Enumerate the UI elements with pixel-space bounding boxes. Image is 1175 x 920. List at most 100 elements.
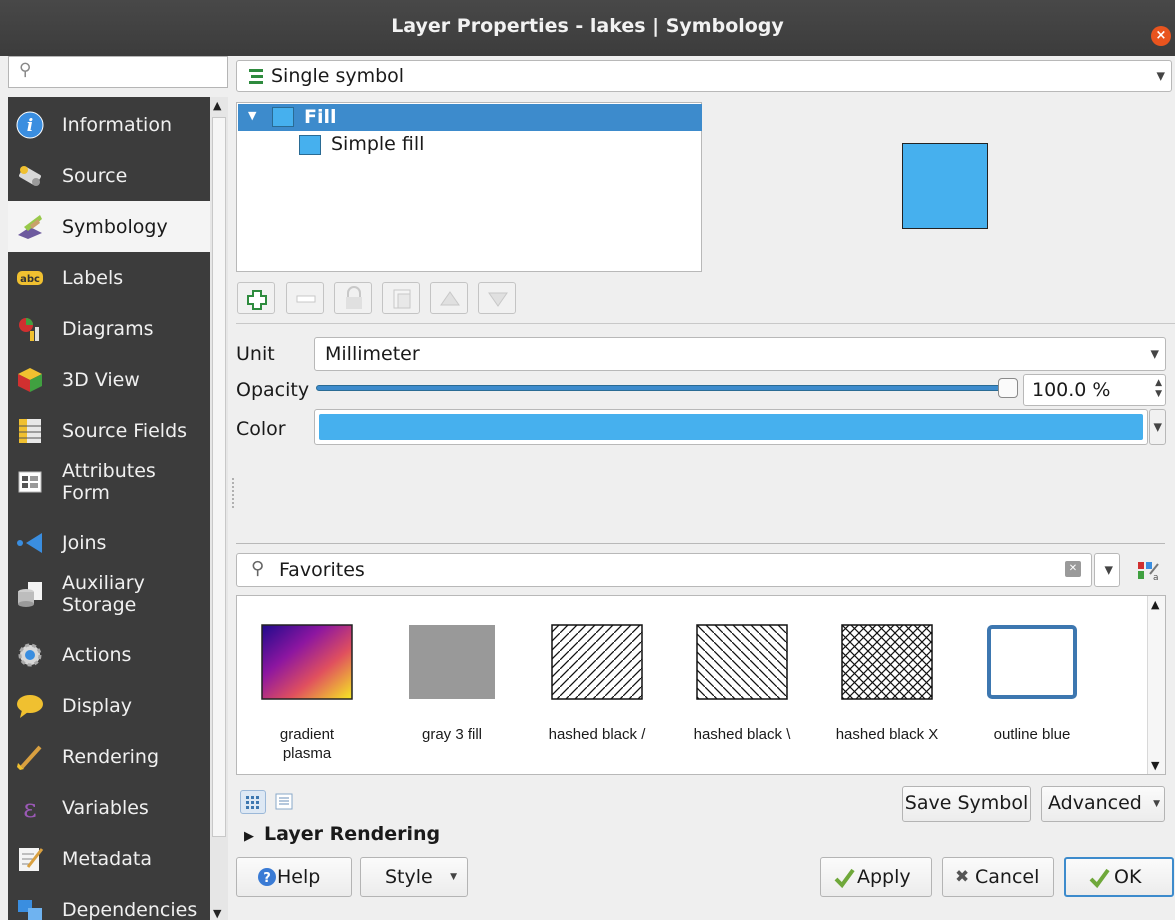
list-view-button[interactable] <box>272 790 298 814</box>
scroll-down-icon[interactable]: ▼ <box>213 907 221 920</box>
sidebar-item-information[interactable]: i Information <box>8 99 210 150</box>
help-icon: ? <box>258 868 276 886</box>
source-fields-icon <box>16 417 44 445</box>
advanced-menu-button[interactable]: Advanced ▼ <box>1041 786 1165 822</box>
sidebar-item-display[interactable]: Display <box>8 680 210 731</box>
metadata-icon <box>16 845 44 873</box>
move-down-button[interactable] <box>478 282 516 314</box>
style-manager-icon[interactable]: a <box>1136 560 1160 583</box>
list-view-icon <box>275 793 293 810</box>
tree-row-simple-fill[interactable]: Simple fill <box>237 132 701 159</box>
symbol-filter-input[interactable]: ⚲ Favorites ✕ <box>236 553 1092 587</box>
scroll-down-icon[interactable]: ▼ <box>1151 759 1159 772</box>
sidebar-item-labels[interactable]: abc Labels <box>8 252 210 303</box>
check-icon <box>1089 868 1110 889</box>
opacity-slider[interactable] <box>316 385 1016 391</box>
symbols-scrollbar[interactable]: ▲ ▼ <box>1147 596 1165 774</box>
scrollbar-thumb[interactable] <box>212 117 226 837</box>
splitter-handle[interactable] <box>232 478 234 508</box>
joins-icon <box>16 529 44 557</box>
sidebar-item-label: Information <box>62 113 172 136</box>
sidebar-item-metadata[interactable]: Metadata <box>8 833 210 884</box>
tree-label-fill: Fill <box>304 106 337 128</box>
auxiliary-storage-icon <box>16 580 44 608</box>
style-menu-button[interactable]: Style ▼ <box>360 857 468 897</box>
opacity-spinbox[interactable]: 100.0 % ▲ ▼ <box>1023 374 1166 406</box>
sidebar-item-joins[interactable]: Joins <box>8 517 210 568</box>
grid-view-icon <box>246 796 259 809</box>
filter-dropdown-button[interactable]: ▼ <box>1094 553 1120 587</box>
tree-row-fill[interactable]: ▼ Fill <box>238 104 702 131</box>
duplicate-layer-button[interactable] <box>382 282 420 314</box>
move-up-button[interactable] <box>430 282 468 314</box>
apply-button[interactable]: Apply <box>820 857 932 897</box>
clear-icon[interactable]: ✕ <box>1065 561 1081 577</box>
help-button[interactable]: ? Help <box>236 857 352 897</box>
add-layer-button[interactable] <box>237 282 275 314</box>
symbol-item-gradient-plasma[interactable]: gradient plasma <box>237 624 377 763</box>
sidebar-item-source-fields[interactable]: Source Fields <box>8 405 210 456</box>
sidebar-item-rendering[interactable]: Rendering <box>8 731 210 782</box>
add-icon <box>247 290 267 310</box>
expand-arrow-icon[interactable]: ▼ <box>248 109 256 122</box>
scroll-up-icon[interactable]: ▲ <box>213 99 221 112</box>
sidebar-search-input[interactable]: ⚲ <box>8 56 228 88</box>
sidebar-item-label: Source <box>62 164 128 187</box>
layer-rendering-section-toggle[interactable]: ▶ Layer Rendering <box>244 823 440 845</box>
remove-layer-button[interactable] <box>286 282 324 314</box>
sidebar-item-attributes-form[interactable]: Attributes Form <box>8 456 210 507</box>
remove-icon <box>296 295 316 303</box>
symbol-name: outline blue <box>993 726 1071 743</box>
unit-select[interactable]: Millimeter ▼ <box>314 337 1166 371</box>
color-menu-button[interactable]: ▼ <box>1149 409 1166 445</box>
chevron-down-icon: ▼ <box>1153 420 1162 434</box>
hashed-slash-thumbnail <box>551 624 643 700</box>
outline-blue-thumbnail <box>987 625 1077 699</box>
sidebar-scrollbar[interactable]: ▲ ▼ <box>210 97 228 920</box>
symbol-library-list: gradient plasma gray 3 fill hashed black… <box>236 595 1166 775</box>
cancel-button[interactable]: ✖ Cancel <box>942 857 1054 897</box>
symbol-layer-tree: ▼ Fill Simple fill <box>236 102 702 272</box>
symbol-item-hashed-black-backslash[interactable]: hashed black \ <box>672 624 812 744</box>
divider <box>236 543 1165 544</box>
sidebar-item-dependencies[interactable]: Dependencies <box>8 884 210 920</box>
sidebar: i Information Source Symbology abc Label… <box>8 97 210 920</box>
opacity-slider-handle[interactable] <box>998 378 1018 398</box>
sidebar-item-symbology[interactable]: Symbology <box>8 201 210 252</box>
rendering-icon <box>16 743 44 771</box>
sidebar-item-source[interactable]: Source <box>8 150 210 201</box>
sidebar-item-actions[interactable]: Actions <box>8 629 210 680</box>
icon-view-button[interactable] <box>240 790 266 814</box>
unit-label: Unit <box>236 343 275 365</box>
symbol-item-outline-blue[interactable]: outline blue <box>962 624 1102 744</box>
source-icon <box>16 162 44 190</box>
lock-icon <box>346 286 362 309</box>
spin-arrows-icon[interactable]: ▲ ▼ <box>1155 378 1162 400</box>
hashed-backslash-thumbnail <box>696 624 788 700</box>
color-button[interactable] <box>314 409 1148 445</box>
lock-layer-button[interactable] <box>334 282 372 314</box>
symbol-filter-value: Favorites <box>279 559 365 581</box>
attributes-form-icon <box>16 468 44 496</box>
save-symbol-button[interactable]: Save Symbol <box>902 786 1031 822</box>
svg-text:?: ? <box>263 871 271 886</box>
sidebar-item-auxiliary-storage[interactable]: Auxiliary Storage <box>8 568 210 619</box>
actions-icon <box>16 641 44 669</box>
search-icon: ⚲ <box>19 60 32 80</box>
dependencies-icon <box>16 896 44 920</box>
symbol-item-gray-3-fill[interactable]: gray 3 fill <box>382 624 522 744</box>
ok-button[interactable]: OK <box>1064 857 1174 897</box>
close-button[interactable]: × <box>1151 26 1171 46</box>
renderer-type-select[interactable]: Single symbol ▼ <box>236 60 1172 92</box>
opacity-value: 100.0 % <box>1032 379 1111 401</box>
symbol-name: hashed black / <box>548 726 646 743</box>
symbol-item-hashed-black-slash[interactable]: hashed black / <box>527 624 667 744</box>
sidebar-item-3d-view[interactable]: 3D View <box>8 354 210 405</box>
variables-icon: ε <box>16 794 44 822</box>
scroll-up-icon[interactable]: ▲ <box>1151 598 1159 611</box>
symbol-item-hashed-black-x[interactable]: hashed black X <box>817 624 957 744</box>
sidebar-item-diagrams[interactable]: Diagrams <box>8 303 210 354</box>
tree-label-simple-fill: Simple fill <box>331 133 425 155</box>
sidebar-item-variables[interactable]: ε Variables <box>8 782 210 833</box>
symbol-name: gradient plasma <box>279 726 335 762</box>
